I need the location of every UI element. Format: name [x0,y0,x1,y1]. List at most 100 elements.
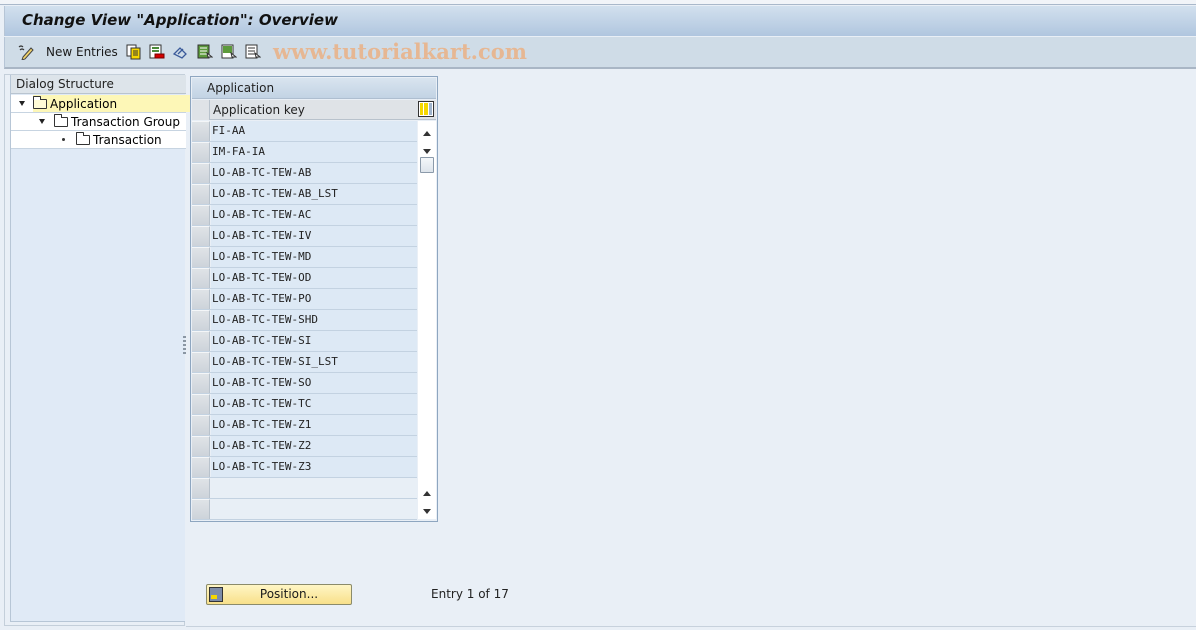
application-toolbar: New Entries www.tutorialkart.com [4,37,1196,69]
undo-icon [172,47,187,59]
table-row: LO-AB-TC-TEW-Z2 [192,436,417,457]
table-row: LO-AB-TC-TEW-AB [192,163,417,184]
select-block-icon [221,44,237,59]
watermark: www.tutorialkart.com [273,39,527,64]
position-button-label: Position... [259,587,319,601]
application-key-cell[interactable]: LO-AB-TC-TEW-TC [211,394,417,414]
row-select-button[interactable] [192,121,210,141]
new-entries-button[interactable]: New Entries [46,43,118,61]
select-all-rows-button[interactable] [192,100,210,120]
table-row [192,499,417,520]
table-row: LO-AB-TC-TEW-AB_LST [192,184,417,205]
delete-button[interactable] [149,43,165,61]
application-key-cell[interactable]: LO-AB-TC-TEW-AB [211,163,417,183]
column-header-application-key[interactable]: Application key [213,100,305,120]
entry-count: Entry 1 of 17 [431,587,509,601]
application-key-cell[interactable]: IM-FA-IA [211,142,417,162]
row-select-button[interactable] [192,205,210,225]
scroll-up-icon [423,490,431,496]
application-key-cell[interactable]: LO-AB-TC-TEW-SI [211,331,417,351]
deselect-all-button[interactable] [245,43,261,61]
page-up-button[interactable] [419,485,435,501]
row-select-button[interactable] [192,499,210,519]
row-select-button[interactable] [192,310,210,330]
table-row: LO-AB-TC-TEW-SI_LST [192,352,417,373]
position-button[interactable]: Position... [206,584,352,605]
application-key-cell[interactable]: FI-AA [211,121,417,141]
scrollbar-thumb[interactable] [420,157,434,173]
folder-open-icon [33,95,47,109]
row-select-button[interactable] [192,226,210,246]
title-bar: Change View "Application": Overview [4,6,1196,36]
tree-node-label: Transaction Group [71,114,180,129]
expand-arrow-icon[interactable] [19,101,25,106]
row-select-button[interactable] [192,394,210,414]
application-key-cell[interactable]: LO-AB-TC-TEW-Z3 [211,457,417,477]
application-key-cell[interactable]: LO-AB-TC-TEW-AB_LST [211,184,417,204]
table-row [192,478,417,499]
row-select-button[interactable] [192,247,210,267]
application-key-cell[interactable]: LO-AB-TC-TEW-PO [211,289,417,309]
table-row: LO-AB-TC-TEW-PO [192,289,417,310]
select-all-button[interactable] [197,43,213,61]
new-entries-label: New Entries [46,45,118,59]
application-key-cell[interactable]: LO-AB-TC-TEW-SO [211,373,417,393]
row-select-button[interactable] [192,352,210,372]
table-row: LO-AB-TC-TEW-MD [192,247,417,268]
undo-change-button[interactable] [172,43,190,61]
page-title: Change View "Application": Overview [22,11,338,29]
expand-arrow-icon[interactable] [39,119,45,124]
scroll-down-icon [423,148,431,154]
row-select-button[interactable] [192,457,210,477]
vertical-scrollbar[interactable] [418,121,436,519]
status-divider [186,626,1196,627]
application-key-cell[interactable] [211,499,417,519]
row-select-button[interactable] [192,289,210,309]
application-key-cell[interactable]: LO-AB-TC-TEW-SHD [211,310,417,330]
pane-splitter-handle[interactable] [183,336,186,356]
page-down-button[interactable] [419,503,435,519]
display-change-button[interactable] [17,43,35,61]
folder-icon [76,131,90,145]
application-key-cell[interactable]: LO-AB-TC-TEW-SI_LST [211,352,417,372]
table-title: Application [192,78,436,99]
row-select-button[interactable] [192,478,210,498]
row-select-button[interactable] [192,331,210,351]
row-select-button[interactable] [192,436,210,456]
tree-node-application[interactable]: Application [11,95,198,113]
scroll-up-button[interactable] [419,125,435,141]
application-key-cell[interactable] [211,478,417,498]
delete-icon [149,44,165,59]
application-key-cell[interactable]: LO-AB-TC-TEW-IV [211,226,417,246]
select-block-button[interactable] [221,43,237,61]
display-change-icon [18,45,34,60]
row-select-button[interactable] [192,142,210,162]
row-select-button[interactable] [192,415,210,435]
dialog-structure-header: Dialog Structure [11,75,186,94]
application-key-cell[interactable]: LO-AB-TC-TEW-AC [211,205,417,225]
copy-as-button[interactable] [126,43,142,61]
table-row: LO-AB-TC-TEW-Z3 [192,457,417,478]
application-key-cell[interactable]: LO-AB-TC-TEW-Z1 [211,415,417,435]
table-body: FI-AA IM-FA-IA LO-AB-TC-TEW-AB LO-AB-TC-TEW… [192,121,417,520]
table-row: LO-AB-TC-TEW-SI [192,331,417,352]
leaf-bullet-icon [62,138,65,141]
copy-icon [126,44,141,60]
application-key-cell[interactable]: LO-AB-TC-TEW-MD [211,247,417,267]
table-row: LO-AB-TC-TEW-OD [192,268,417,289]
dialog-structure-pane: Dialog Structure Application Transaction… [4,74,198,626]
row-select-button[interactable] [192,373,210,393]
select-all-icon [197,44,213,59]
table-row: FI-AA [192,121,417,142]
table-row: IM-FA-IA [192,142,417,163]
scroll-down-icon [423,508,431,514]
row-select-button[interactable] [192,163,210,183]
tree-node-transaction-group[interactable]: Transaction Group [11,113,186,131]
application-key-cell[interactable]: LO-AB-TC-TEW-Z2 [211,436,417,456]
application-key-cell[interactable]: LO-AB-TC-TEW-OD [211,268,417,288]
row-select-button[interactable] [192,268,210,288]
row-select-button[interactable] [192,184,210,204]
table-settings-icon[interactable] [418,101,434,117]
table-row: LO-AB-TC-TEW-SO [192,373,417,394]
tree-node-transaction[interactable]: Transaction [11,131,186,149]
